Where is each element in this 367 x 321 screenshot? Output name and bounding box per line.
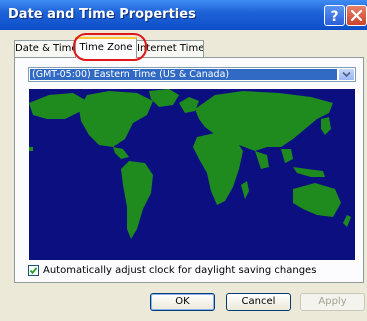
dialog-window: Date and Time Properties ? Date & Time T…	[0, 0, 367, 321]
cancel-button[interactable]: Cancel	[226, 293, 291, 311]
help-button[interactable]: ?	[324, 5, 345, 26]
close-icon	[350, 9, 363, 22]
tab-internet-time[interactable]: Internet Time	[136, 40, 204, 57]
chevron-down-icon	[342, 71, 351, 78]
timezone-select[interactable]: (GMT-05:00) Eastern Time (US & Canada)	[28, 67, 356, 82]
close-button[interactable]	[346, 5, 367, 26]
tab-time-zone[interactable]: Time Zone	[75, 37, 137, 58]
daylight-saving-checkbox[interactable]	[28, 265, 39, 276]
svg-text:?: ?	[330, 9, 338, 25]
window-title: Date and Time Properties	[8, 7, 196, 22]
help-icon: ?	[330, 9, 338, 25]
world-map	[29, 89, 355, 260]
checkmark-icon	[29, 267, 38, 275]
timezone-selected-value: (GMT-05:00) Eastern Time (US & Canada)	[30, 69, 337, 80]
daylight-saving-label: Automatically adjust clock for daylight …	[43, 265, 317, 276]
timezone-dropdown-button[interactable]	[339, 69, 354, 80]
apply-button[interactable]: Apply	[300, 293, 365, 311]
tab-date-time[interactable]: Date & Time	[14, 40, 76, 57]
ok-button[interactable]: OK	[150, 293, 215, 311]
title-bar[interactable]: Date and Time Properties ?	[0, 0, 367, 30]
world-map-image	[29, 89, 355, 260]
